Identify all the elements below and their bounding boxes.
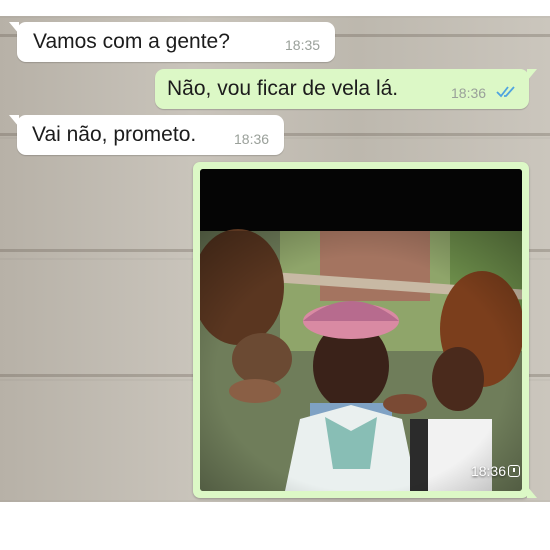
double-check-icon xyxy=(496,86,515,98)
photo-thumbnail[interactable]: 18:36 xyxy=(200,169,522,491)
bubble-tail xyxy=(9,22,19,34)
photo-message-bubble[interactable]: 18:36 xyxy=(193,162,537,498)
message-text: Vai não, prometo. xyxy=(32,123,197,146)
message-time: 18:36 xyxy=(451,85,487,101)
photo-time: 18:36 xyxy=(470,463,506,479)
photo-image xyxy=(200,169,522,491)
message-bubble-outgoing[interactable]: Não, vou ficar de vela lá. 18:36 xyxy=(155,69,537,109)
clock-icon xyxy=(508,465,520,477)
message-bubble-incoming[interactable]: Vamos com a gente? 18:35 xyxy=(9,22,335,62)
message-time: 18:35 xyxy=(285,37,321,53)
bubble-tail xyxy=(9,115,19,127)
message-text: Vamos com a gente? xyxy=(33,30,230,53)
message-time: 18:36 xyxy=(234,131,270,147)
bubble-tail xyxy=(527,69,537,81)
message-text: Não, vou ficar de vela lá. xyxy=(167,77,399,100)
message-bubble-incoming[interactable]: Vai não, prometo. 18:36 xyxy=(9,115,284,155)
bubble-tail xyxy=(527,486,537,498)
